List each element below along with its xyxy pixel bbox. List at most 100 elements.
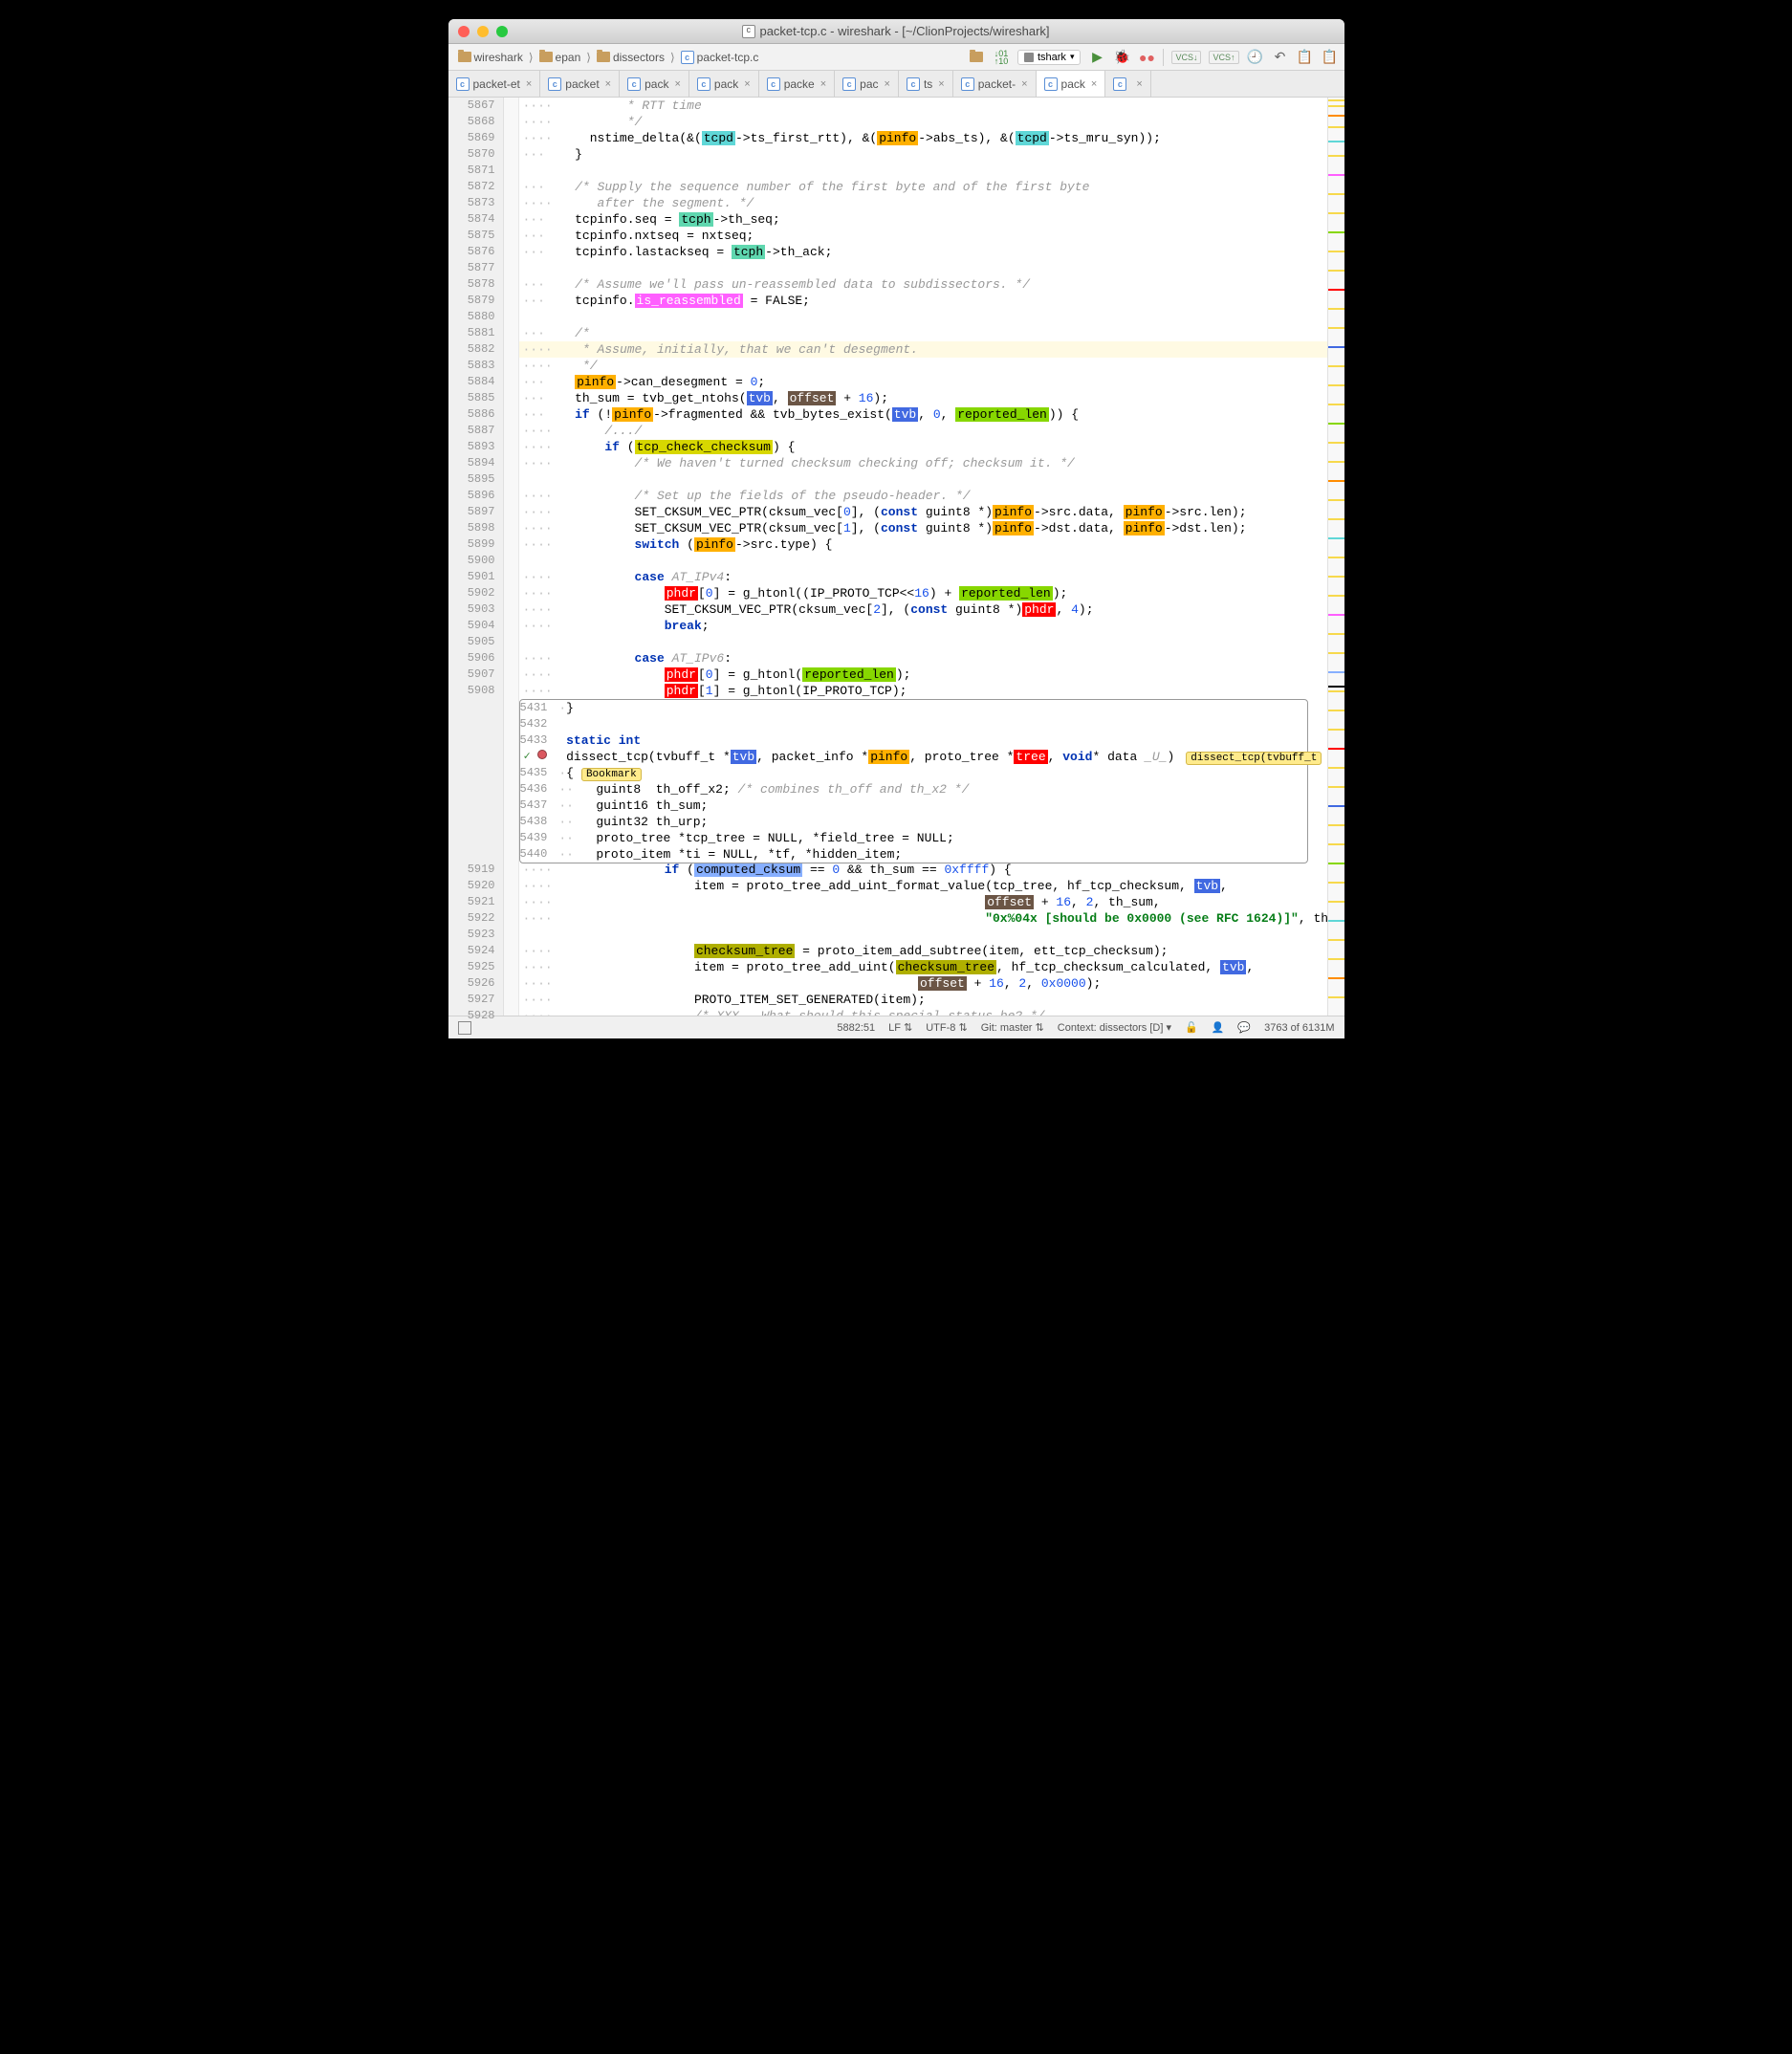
- code-line[interactable]: ···· SET_CKSUM_VEC_PTR(cksum_vec[1], (co…: [519, 520, 1327, 536]
- minimap-mark[interactable]: [1328, 901, 1344, 903]
- editor-tab[interactable]: cpacke×: [759, 71, 835, 97]
- code-line[interactable]: ···· phdr[0] = g_htonl((IP_PROTO_TCP<<16…: [519, 585, 1327, 601]
- minimap-mark[interactable]: [1328, 141, 1344, 142]
- minimap-mark[interactable]: [1328, 270, 1344, 272]
- minimap-mark[interactable]: [1328, 99, 1344, 101]
- close-window-button[interactable]: [458, 26, 470, 37]
- minimap-mark[interactable]: [1328, 251, 1344, 252]
- inspector-icon[interactable]: 👤: [1212, 1021, 1225, 1034]
- minimap-mark[interactable]: [1328, 633, 1344, 635]
- notifications-icon[interactable]: 💬: [1237, 1021, 1251, 1034]
- breadcrumb-item[interactable]: dissectors: [593, 49, 668, 66]
- code-line[interactable]: ···· offset + 16, 2, 0x0000);: [519, 975, 1327, 992]
- code-line[interactable]: ···· checksum_tree = proto_item_add_subt…: [519, 943, 1327, 959]
- code-editor[interactable]: ···· * RTT time···· */···· nstime_delta(…: [519, 98, 1327, 1016]
- code-line[interactable]: [519, 634, 1327, 650]
- code-line[interactable]: ···· phdr[1] = g_htonl(IP_PROTO_TCP);: [519, 683, 1327, 699]
- minimap-mark[interactable]: [1328, 576, 1344, 578]
- code-line[interactable]: ··· tcpinfo.nxtseq = nxtseq;: [519, 228, 1327, 244]
- minimap-mark[interactable]: [1328, 882, 1344, 884]
- code-line[interactable]: ···· phdr[0] = g_htonl(reported_len);: [519, 666, 1327, 683]
- minimap-mark[interactable]: [1328, 155, 1344, 157]
- line-ending[interactable]: LF ⇅: [888, 1021, 912, 1034]
- code-line[interactable]: ···· /* We haven't turned checksum check…: [519, 455, 1327, 471]
- code-line[interactable]: [519, 471, 1327, 488]
- code-line[interactable]: ···· offset + 16, 2, th_sum,: [519, 894, 1327, 910]
- minimap-mark[interactable]: [1328, 174, 1344, 176]
- editor-tab[interactable]: cpack×: [1037, 71, 1106, 97]
- minimap-mark[interactable]: [1328, 824, 1344, 826]
- minimap-mark[interactable]: [1328, 690, 1344, 692]
- minimap-mark[interactable]: [1328, 958, 1344, 960]
- code-line[interactable]: [519, 260, 1327, 276]
- minimap-mark[interactable]: [1328, 499, 1344, 501]
- close-tab-icon[interactable]: ×: [885, 78, 890, 90]
- minimap-mark[interactable]: [1328, 126, 1344, 128]
- code-line[interactable]: ··· tcpinfo.is_reassembled = FALSE;: [519, 293, 1327, 309]
- close-tab-icon[interactable]: ×: [605, 78, 611, 90]
- code-line[interactable]: ···· SET_CKSUM_VEC_PTR(cksum_vec[0], (co…: [519, 504, 1327, 520]
- code-line[interactable]: [519, 927, 1327, 943]
- minimap-mark[interactable]: [1328, 193, 1344, 195]
- minimap-mark[interactable]: [1328, 461, 1344, 463]
- minimap-mark[interactable]: [1328, 729, 1344, 731]
- minimap-mark[interactable]: [1328, 327, 1344, 329]
- editor-tab[interactable]: cpacket-et×: [448, 71, 541, 97]
- close-tab-icon[interactable]: ×: [744, 78, 750, 90]
- copy-icon[interactable]: 📋: [1322, 49, 1339, 66]
- context-selector[interactable]: Context: dissectors [D] ▾: [1058, 1021, 1171, 1034]
- code-line[interactable]: ··· tcpinfo.seq = tcph->th_seq;: [519, 211, 1327, 228]
- breakpoint-icon[interactable]: [537, 750, 547, 759]
- breadcrumb-item[interactable]: epan: [535, 49, 585, 66]
- minimap-mark[interactable]: [1328, 518, 1344, 520]
- close-tab-icon[interactable]: ×: [674, 78, 680, 90]
- minimap-mark[interactable]: [1328, 537, 1344, 539]
- minimap-mark[interactable]: [1328, 786, 1344, 788]
- code-line[interactable]: ··· pinfo->can_desegment = 0;: [519, 374, 1327, 390]
- minimap-mark[interactable]: [1328, 843, 1344, 845]
- editor-tab[interactable]: cpacket×: [540, 71, 620, 97]
- code-line[interactable]: [519, 553, 1327, 569]
- editor-tab[interactable]: cts×: [899, 71, 953, 97]
- code-line[interactable]: ···· * Assume, initially, that we can't …: [519, 341, 1327, 358]
- minimap-mark[interactable]: [1328, 289, 1344, 291]
- close-tab-icon[interactable]: ×: [526, 78, 532, 90]
- code-line[interactable]: ··· /*: [519, 325, 1327, 341]
- minimap-mark[interactable]: [1328, 748, 1344, 750]
- code-line[interactable]: ···· switch (pinfo->src.type) {: [519, 536, 1327, 553]
- code-line[interactable]: ··· }: [519, 146, 1327, 163]
- code-line[interactable]: ···· /* XXX - What should this special s…: [519, 1008, 1327, 1016]
- memory-indicator[interactable]: 3763 of 6131M: [1264, 1022, 1334, 1034]
- close-tab-icon[interactable]: ×: [820, 78, 826, 90]
- code-line[interactable]: ···· item = proto_tree_add_uint_format_v…: [519, 878, 1327, 894]
- minimap-mark[interactable]: [1328, 652, 1344, 654]
- lock-icon[interactable]: 🔓: [1185, 1021, 1198, 1034]
- minimap-scrollbar[interactable]: [1327, 98, 1344, 1016]
- paste-icon[interactable]: 📋: [1297, 49, 1314, 66]
- minimap-mark[interactable]: [1328, 920, 1344, 922]
- minimap-mark[interactable]: [1328, 231, 1344, 233]
- code-line[interactable]: ···· SET_CKSUM_VEC_PTR(cksum_vec[2], (co…: [519, 601, 1327, 618]
- code-line[interactable]: ···· "0x%04x [should be 0x0000 (see RFC …: [519, 910, 1327, 927]
- close-tab-icon[interactable]: ×: [1091, 78, 1097, 90]
- breadcrumb-item[interactable]: cpacket-tcp.c: [677, 49, 763, 66]
- minimap-mark[interactable]: [1328, 365, 1344, 367]
- run-config-select[interactable]: tshark ▾: [1017, 50, 1082, 65]
- history-icon[interactable]: 🕘: [1247, 49, 1264, 66]
- minimap-mark[interactable]: [1328, 939, 1344, 941]
- close-tab-icon[interactable]: ×: [1021, 78, 1027, 90]
- minimap-mark[interactable]: [1328, 404, 1344, 405]
- code-line[interactable]: ···· case AT_IPv6:: [519, 650, 1327, 666]
- code-line[interactable]: ···· item = proto_tree_add_uint(checksum…: [519, 959, 1327, 975]
- minimap-mark[interactable]: [1328, 710, 1344, 711]
- minimap-mark[interactable]: [1328, 115, 1344, 117]
- minimize-window-button[interactable]: [477, 26, 489, 37]
- code-line[interactable]: ···· if (tcp_check_checksum) {: [519, 439, 1327, 455]
- code-line[interactable]: ··· th_sum = tvb_get_ntohs(tvb, offset +…: [519, 390, 1327, 406]
- editor-tab[interactable]: cpack×: [689, 71, 759, 97]
- maximize-window-button[interactable]: [496, 26, 508, 37]
- vcs-commit-button[interactable]: VCS↑: [1209, 51, 1238, 64]
- minimap-mark[interactable]: [1328, 212, 1344, 214]
- editor-tab[interactable]: cpack×: [620, 71, 689, 97]
- close-tab-icon[interactable]: ×: [938, 78, 944, 90]
